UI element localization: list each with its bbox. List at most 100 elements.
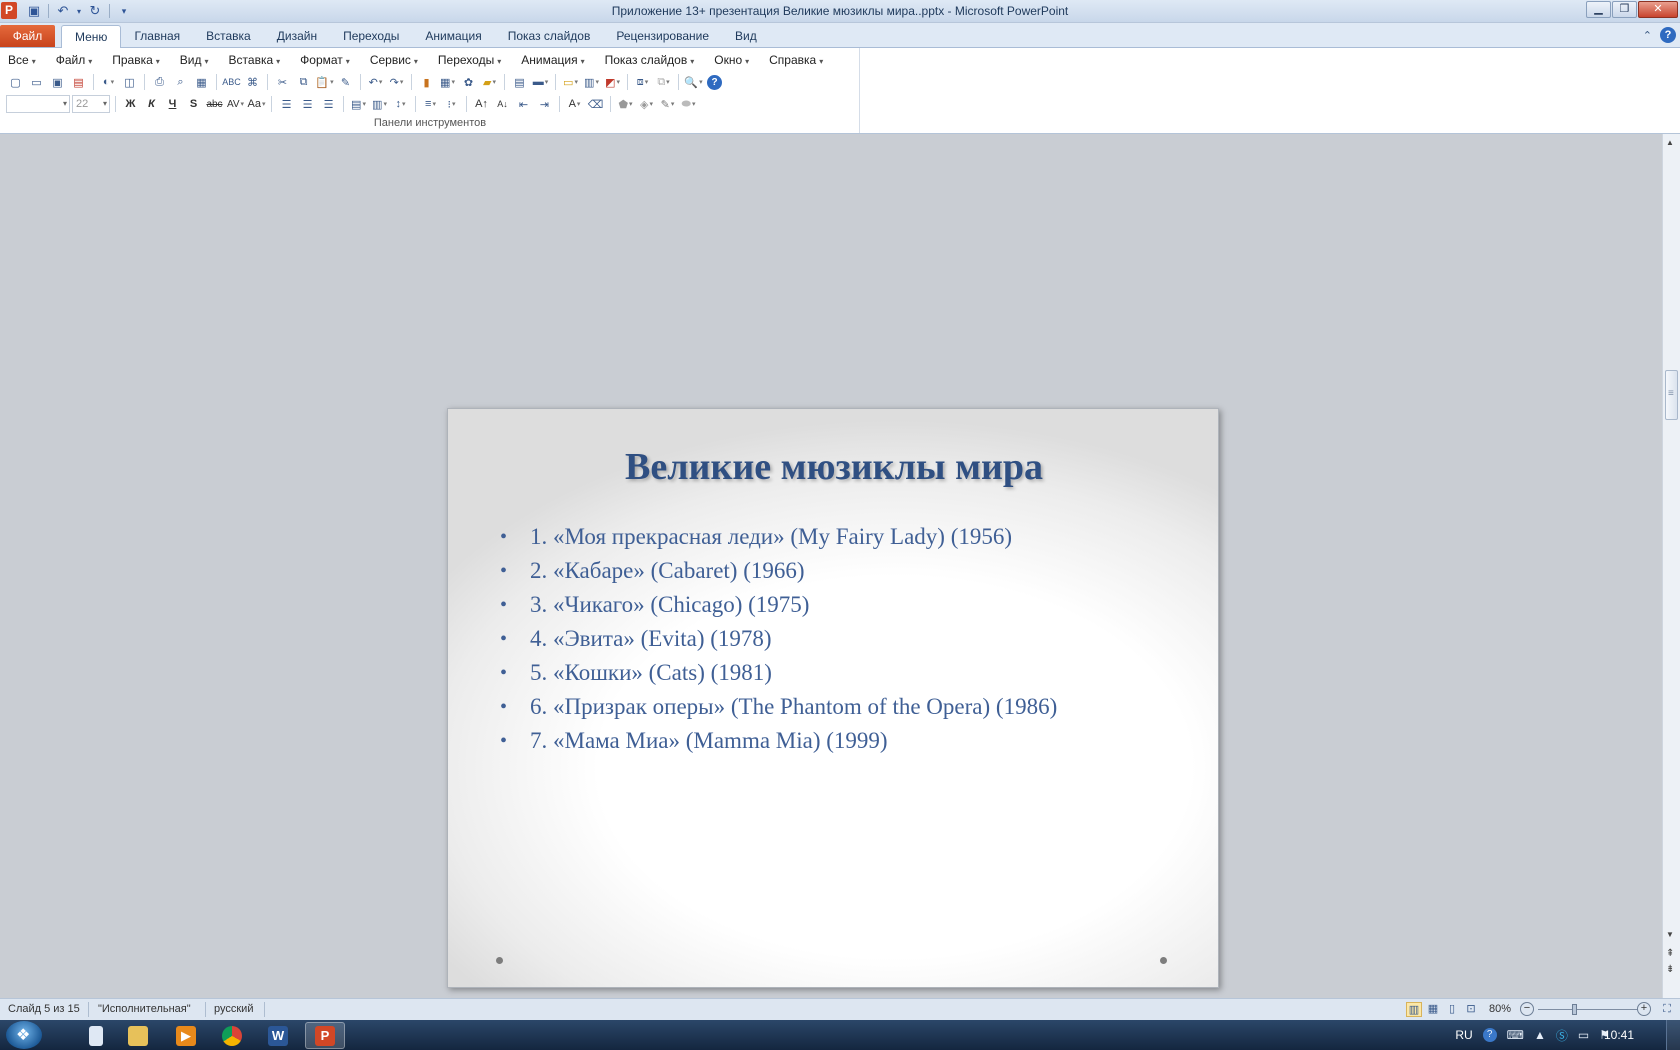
tab-insert[interactable]: Вставка	[193, 25, 264, 48]
menu-insert[interactable]: Вставка	[227, 53, 289, 67]
align-left-icon[interactable]: ☰	[277, 95, 296, 113]
layout-icon[interactable]: ▥	[582, 73, 601, 91]
zoom-icon[interactable]: 🔍	[684, 73, 703, 91]
show-hidden-icons-icon[interactable]: ▲	[1534, 1028, 1546, 1042]
strikethrough-button[interactable]: abc	[205, 95, 224, 113]
attach-icon[interactable]: ◫	[120, 73, 139, 91]
show-desktop-button[interactable]	[1666, 1020, 1680, 1050]
new-icon[interactable]: ▢	[6, 73, 25, 91]
slideshow-view-icon[interactable]: ⊡	[1463, 1002, 1479, 1017]
paste-icon[interactable]: 📋	[315, 73, 334, 91]
tab-view[interactable]: Вид	[722, 25, 770, 48]
scroll-thumb[interactable]	[1665, 370, 1678, 420]
menu-window[interactable]: Окно	[712, 53, 757, 67]
taskbar-explorer[interactable]	[118, 1022, 158, 1049]
chart-icon[interactable]: ▮	[417, 73, 436, 91]
menu-slideshow[interactable]: Показ слайдов	[603, 53, 703, 67]
decrease-font-icon[interactable]: A↓	[493, 95, 512, 113]
tab-design[interactable]: Дизайн	[264, 25, 330, 48]
menu-transitions[interactable]: Переходы	[436, 53, 509, 67]
line-spacing-icon[interactable]: ↕	[391, 95, 410, 113]
zoom-slider-thumb[interactable]	[1572, 1004, 1577, 1015]
slide-canvas[interactable]: Великие мюзиклы мира • 1. «Моя прекрасная…	[447, 408, 1219, 988]
save-pdf-icon[interactable]: ▤	[69, 73, 88, 91]
grid-icon[interactable]: ▤	[510, 73, 529, 91]
shadow-button[interactable]: S	[184, 95, 203, 113]
taskbar-notepad[interactable]	[76, 1022, 116, 1049]
restore-button[interactable]: ❐	[1612, 1, 1637, 18]
redo-icon[interactable]: ↷	[387, 73, 406, 91]
scroll-down-icon[interactable]: ▼	[1666, 930, 1674, 939]
arrange-icon[interactable]: ⧈	[633, 73, 652, 91]
vertical-scrollbar[interactable]: ▲ ▼ ⇞ ⇟	[1662, 134, 1680, 998]
shape-effects-icon[interactable]: ⬬	[679, 95, 698, 113]
fit-to-window-icon[interactable]: ⛶	[1659, 1002, 1675, 1017]
taskbar-clock[interactable]: 10:41	[1604, 1028, 1634, 1042]
reading-view-icon[interactable]: ▯	[1444, 1002, 1460, 1017]
research-icon[interactable]: ⌘	[243, 73, 262, 91]
previous-slide-icon[interactable]: ⇞	[1666, 948, 1674, 959]
save-icon[interactable]: ▣	[48, 73, 67, 91]
undo-icon[interactable]: ↶	[366, 73, 385, 91]
menu-tools[interactable]: Сервис	[368, 53, 426, 67]
theme-colors-icon[interactable]: ◩	[603, 73, 622, 91]
fill-color-icon[interactable]: ◈	[637, 95, 656, 113]
line-style-icon[interactable]: ▬	[531, 73, 550, 91]
slide-editor-area[interactable]: Великие мюзиклы мира • 1. «Моя прекрасная…	[0, 134, 1662, 998]
keyboard-tray-icon[interactable]: ⌨	[1507, 1028, 1524, 1042]
new-slide-icon[interactable]: ▭	[561, 73, 580, 91]
tab-transitions[interactable]: Переходы	[330, 25, 412, 48]
slide-view-icon[interactable]: ▦	[192, 73, 211, 91]
numbering-icon[interactable]: ≡	[421, 95, 440, 113]
font-name-select[interactable]	[6, 95, 70, 113]
print-preview-icon[interactable]: ⌕	[171, 73, 190, 91]
change-case-button[interactable]: Aa	[247, 95, 266, 113]
format-painter-icon[interactable]: ✎	[336, 73, 355, 91]
zoom-level[interactable]: 80%	[1489, 1003, 1511, 1015]
clipart-icon[interactable]: ✿	[459, 73, 478, 91]
font-color-icon[interactable]: A	[565, 95, 584, 113]
decrease-indent-icon[interactable]: ⇤	[514, 95, 533, 113]
columns-icon[interactable]: ▥	[370, 95, 389, 113]
taskbar-word[interactable]: W	[258, 1022, 298, 1049]
language-indicator[interactable]: русский	[214, 1003, 253, 1015]
minimize-button[interactable]: ▁	[1586, 1, 1611, 18]
menu-animation[interactable]: Анимация	[519, 53, 592, 67]
next-slide-icon[interactable]: ⇟	[1666, 964, 1674, 975]
shapes-icon[interactable]: ⬟	[616, 95, 635, 113]
tab-review[interactable]: Рецензирование	[603, 25, 722, 48]
permission-icon[interactable]: ◐	[99, 73, 118, 91]
taskbar-media-player[interactable]: ▶	[166, 1022, 206, 1049]
print-icon[interactable]: ⎙	[150, 73, 169, 91]
menu-view[interactable]: Вид	[178, 53, 217, 67]
table-icon[interactable]: ▦	[438, 73, 457, 91]
increase-indent-icon[interactable]: ⇥	[535, 95, 554, 113]
menu-format[interactable]: Формат	[298, 53, 358, 67]
underline-button[interactable]: Ч	[163, 95, 182, 113]
slide-bullet-list[interactable]: • 1. «Моя прекрасная леди» (My Fairy Lady…	[500, 520, 1057, 758]
help-icon[interactable]: ?	[1660, 27, 1676, 43]
menu-all[interactable]: Все	[6, 53, 44, 67]
scroll-up-icon[interactable]: ▲	[1666, 138, 1674, 147]
character-spacing-button[interactable]: AV	[226, 95, 245, 113]
slide-title[interactable]: Великие мюзиклы мира	[448, 445, 1220, 489]
close-button[interactable]: ✕	[1638, 1, 1678, 18]
bold-button[interactable]: Ж	[121, 95, 140, 113]
taskbar-chrome[interactable]	[212, 1022, 252, 1049]
tab-home[interactable]: Главная	[121, 25, 193, 48]
group-icon[interactable]: ⧉	[654, 73, 673, 91]
slide-sorter-icon[interactable]: ▦	[1425, 1002, 1441, 1017]
network-tray-icon[interactable]: ▭	[1578, 1028, 1589, 1042]
taskbar-powerpoint[interactable]: P	[305, 1022, 345, 1049]
line-color-icon[interactable]: ✎	[658, 95, 677, 113]
zoom-slider[interactable]	[1538, 1009, 1638, 1010]
help-tray-icon[interactable]: ?	[1482, 1028, 1497, 1042]
menu-edit[interactable]: Правка	[110, 53, 168, 67]
picture-icon[interactable]: ▰	[480, 73, 499, 91]
zoom-in-button[interactable]: +	[1637, 1002, 1651, 1016]
menu-file[interactable]: Файл	[54, 53, 101, 67]
zoom-out-button[interactable]: −	[1520, 1002, 1534, 1016]
theme-name[interactable]: "Исполнительная"	[98, 1003, 191, 1015]
increase-font-icon[interactable]: A↑	[472, 95, 491, 113]
clear-formatting-icon[interactable]: ⌫	[586, 95, 605, 113]
